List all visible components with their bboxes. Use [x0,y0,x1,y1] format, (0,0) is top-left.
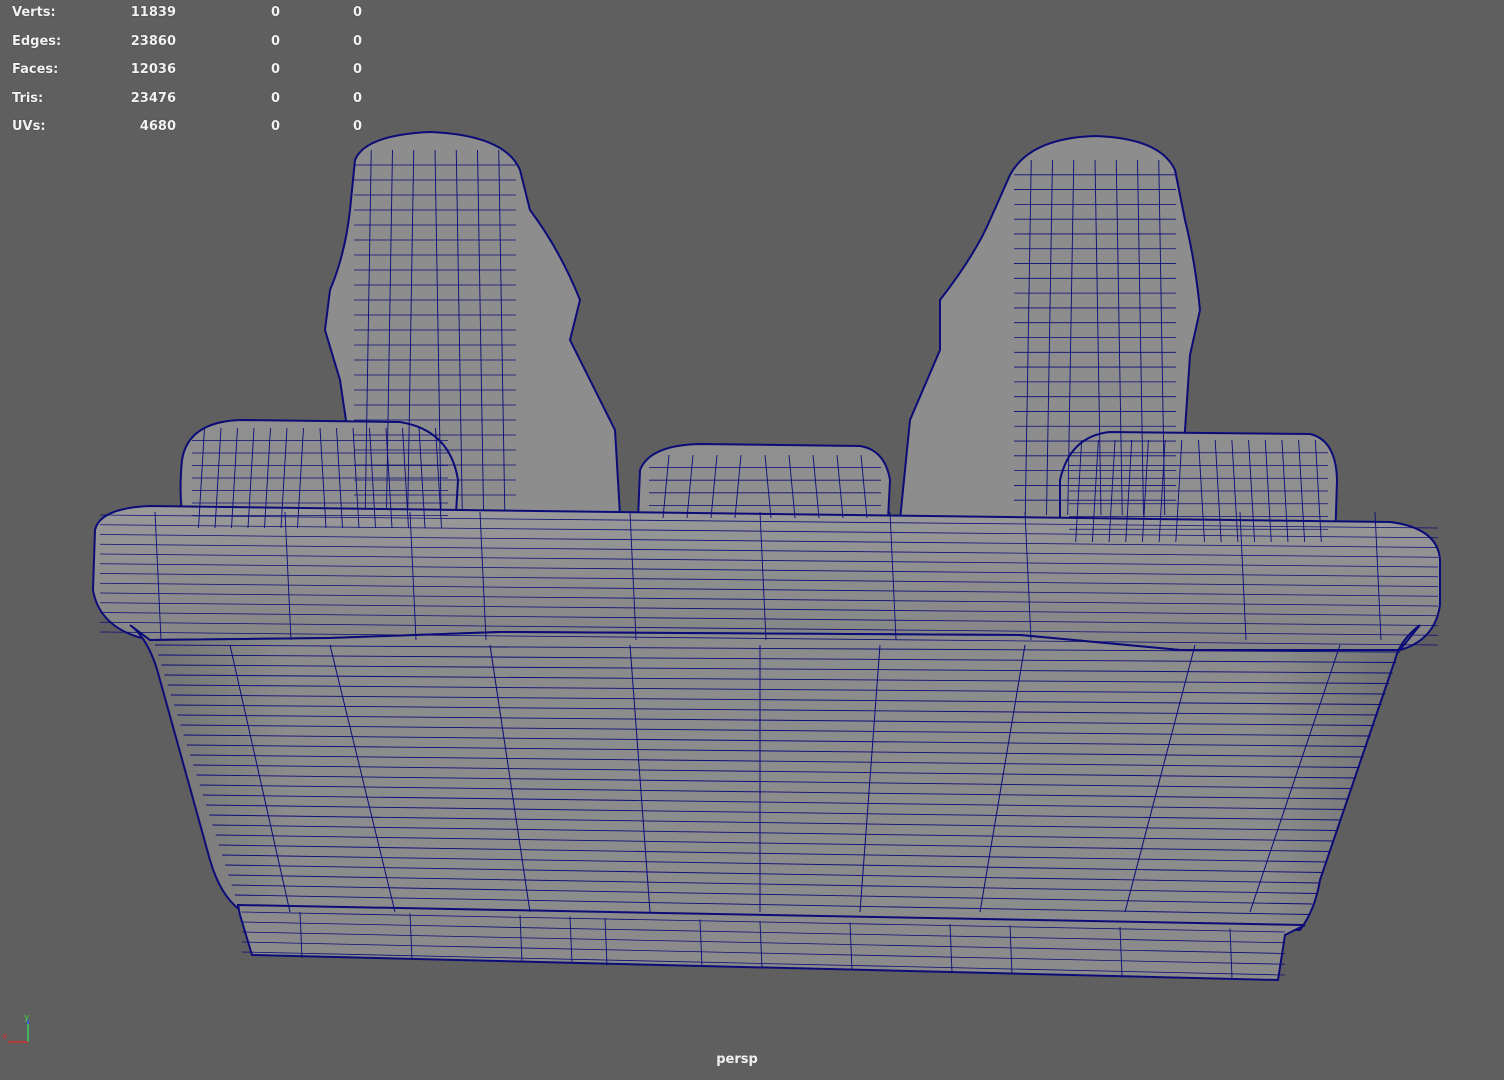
x-axis-label: x [2,1032,8,1042]
hud-label: UVs: [12,119,46,134]
hud-label: Tris: [12,90,44,106]
camera-name-label: persp [716,1052,758,1067]
hud-value: 23860 [130,33,176,49]
axis-gizmo: y x [2,1013,30,1043]
viewport-persp[interactable]: Verts: 11839 0 0 Edges: 23860 0 0 Faces: 12036 0 0 T… [0,0,1504,1080]
hud-value: 0 [270,62,280,77]
hud-value: 0 [352,33,362,49]
middle-cushion [636,442,892,521]
hud-value: 0 [352,62,362,77]
hud-value: 0 [270,33,280,49]
hud-value: 0 [270,5,280,20]
hud-value: 0 [352,5,362,20]
sofa-wireframe-model[interactable] [0,0,1504,1080]
hud-value: 0 [352,90,362,106]
hud-label: Faces: [12,62,59,77]
hud-value: 0 [270,90,280,106]
hud-label: Edges: [12,33,62,49]
hud-value: 4680 [139,119,176,134]
hud-label: Verts: [12,5,56,20]
hud-value: 11839 [130,5,176,20]
hud-value: 0 [352,119,362,134]
hud-value: 12036 [130,62,176,77]
hud-value: 23476 [130,90,176,106]
y-axis-label: y [24,1013,30,1023]
hud-value: 0 [270,119,280,134]
